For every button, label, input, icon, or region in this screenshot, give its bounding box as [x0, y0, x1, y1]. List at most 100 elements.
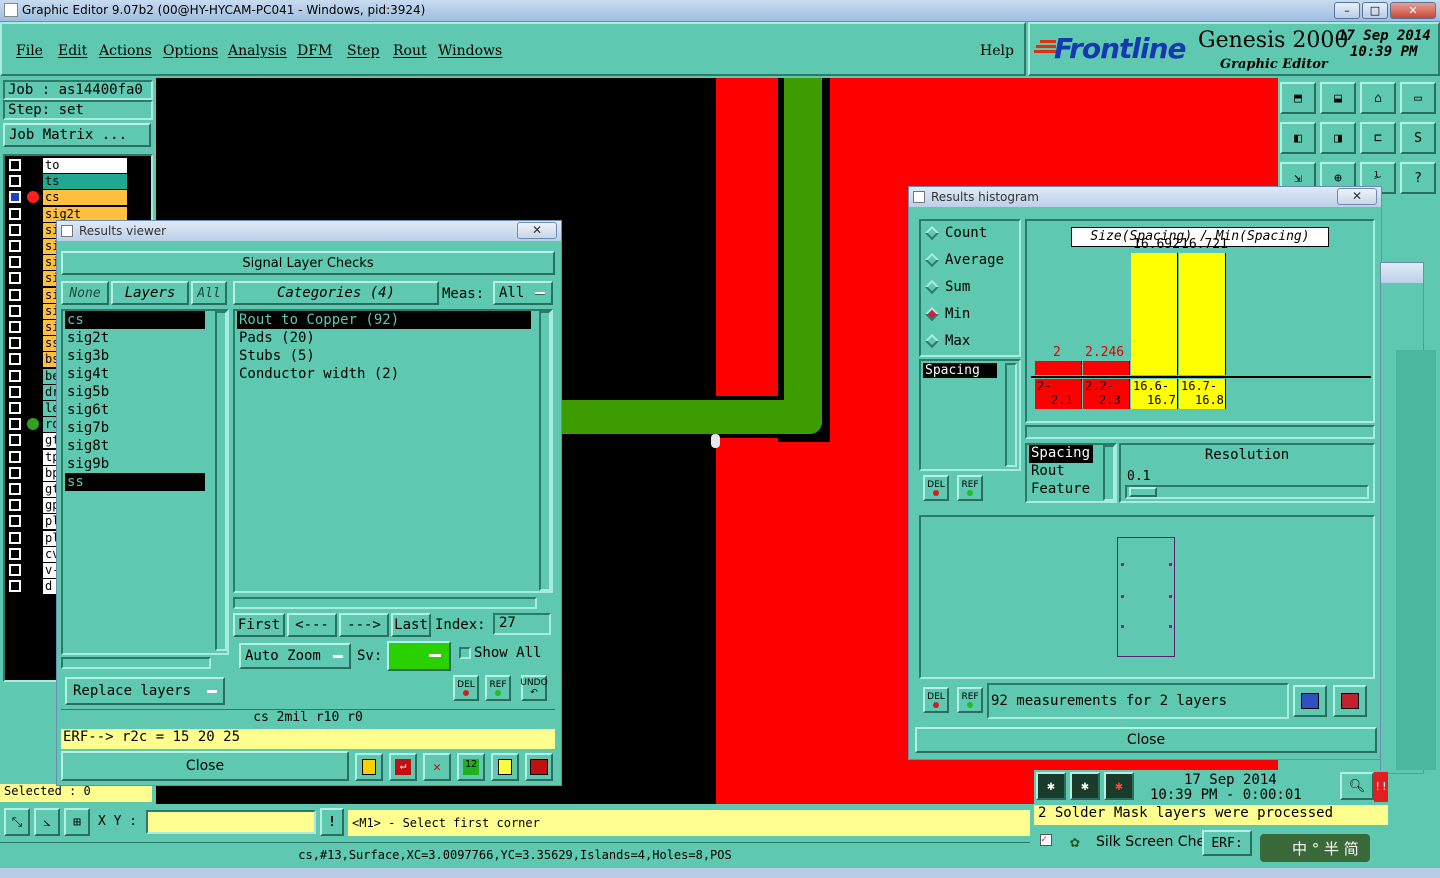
chart-hscrollbar[interactable]: [1025, 425, 1375, 439]
category-list-item[interactable]: Stubs (5): [237, 347, 531, 365]
layer-checkbox[interactable]: [9, 321, 21, 333]
category-list-item[interactable]: Rout to Copper (92): [237, 311, 531, 329]
layer-checkbox[interactable]: [9, 288, 21, 301]
next-button[interactable]: --->: [339, 613, 389, 637]
layer-list-item[interactable]: sig6t: [65, 401, 205, 419]
layer-checkbox[interactable]: [9, 515, 21, 528]
layer-list-item[interactable]: sig8t: [65, 437, 205, 455]
toolbar-icon-2[interactable]: ⬓: [1320, 82, 1356, 114]
resolution-slider-handle[interactable]: [1129, 487, 1157, 497]
background-window-titlebar[interactable]: [1381, 263, 1423, 283]
ime-toolbar[interactable]: 中 ° 半 简: [1260, 834, 1370, 862]
layer-list-item[interactable]: sig2t: [65, 329, 205, 347]
erf-button[interactable]: ERF:: [1202, 830, 1252, 856]
attribute-list-item[interactable]: Feature: [1029, 481, 1093, 499]
last-button[interactable]: Last: [391, 613, 431, 637]
window-titlebar[interactable]: Graphic Editor 9.07b2 (00@HY-HYCAM-PC041…: [0, 0, 1440, 22]
stop-icon[interactable]: ✱: [1104, 772, 1134, 800]
layer-checkbox[interactable]: [9, 175, 21, 188]
layer-checkbox[interactable]: [9, 402, 21, 414]
help-icon[interactable]: ?: [1400, 162, 1436, 194]
layer-checkbox[interactable]: [9, 240, 21, 252]
show-all-checkbox[interactable]: [459, 647, 471, 659]
toolbar-icon-7[interactable]: ⊏: [1360, 122, 1396, 154]
resolution-slider[interactable]: [1125, 485, 1369, 499]
zoom-all-icon[interactable]: [1333, 685, 1367, 717]
layer-list-item[interactable]: sig5b: [65, 383, 205, 401]
menu-dfm[interactable]: DFM: [297, 43, 332, 59]
all-layers-button[interactable]: All: [191, 281, 227, 305]
layers-hscrollbar[interactable]: [61, 657, 211, 669]
mode-radio-count[interactable]: Count: [924, 225, 987, 241]
layer-row[interactable]: ts: [7, 174, 149, 190]
first-button[interactable]: First: [233, 613, 285, 637]
prev-button[interactable]: <---: [287, 613, 337, 637]
menu-analysis[interactable]: Analysis: [228, 43, 287, 59]
attribute-list-item[interactable]: Rout: [1029, 463, 1093, 481]
category-list-item[interactable]: Conductor width (2): [237, 365, 531, 383]
sv-color-dropdown[interactable]: [387, 641, 451, 671]
number-tool-icon[interactable]: 12: [457, 753, 485, 781]
toolbar-icon-6[interactable]: ◨: [1320, 122, 1356, 154]
job-matrix-button[interactable]: Job Matrix ...: [3, 123, 151, 147]
hist-ref-button[interactable]: REF: [957, 475, 983, 501]
layer-list-item[interactable]: sig3b: [65, 347, 205, 365]
replace-layers-dropdown[interactable]: Replace layers: [65, 677, 225, 705]
toolbar-icon-4[interactable]: ▭: [1400, 82, 1436, 114]
xy-input[interactable]: [146, 810, 316, 834]
layer-checkbox[interactable]: [9, 207, 21, 220]
category-list-item[interactable]: Pads (20): [237, 329, 531, 347]
layer-checkbox[interactable]: [9, 564, 21, 576]
layer-list-item[interactable]: sig9b: [65, 455, 205, 473]
layer-list-item[interactable]: ss: [65, 473, 205, 491]
report-icon[interactable]: [491, 753, 519, 781]
layer-checkbox[interactable]: [9, 353, 21, 366]
layer-checkbox[interactable]: [9, 369, 21, 382]
layer-checkbox[interactable]: [9, 304, 21, 317]
menu-rout[interactable]: Rout: [393, 43, 427, 59]
layer-checkbox[interactable]: [9, 256, 21, 269]
silk-check-icon[interactable]: ✓: [1040, 834, 1052, 846]
toolbar-icon-5[interactable]: ◧: [1280, 122, 1316, 154]
histogram-close-icon[interactable]: ✕: [1337, 188, 1377, 205]
layer-list-item[interactable]: cs: [65, 311, 205, 329]
menu-windows[interactable]: Windows: [438, 43, 502, 59]
meas-dropdown[interactable]: All: [493, 281, 553, 305]
histogram-icon[interactable]: [525, 753, 553, 781]
mode-radio-sum[interactable]: Sum: [924, 279, 970, 295]
layer-checkbox[interactable]: [9, 434, 21, 447]
histogram-bar[interactable]: [1131, 253, 1178, 375]
run-icon[interactable]: ✱: [1036, 772, 1066, 800]
hist-del-button[interactable]: DEL: [923, 475, 949, 501]
layer-checkbox[interactable]: [9, 499, 21, 512]
categories-hscrollbar[interactable]: [233, 597, 537, 609]
layer-checkbox[interactable]: [9, 483, 21, 495]
layer-list-item[interactable]: sig7b: [65, 419, 205, 437]
del-button[interactable]: DEL: [453, 675, 479, 701]
layer-checkbox[interactable]: [9, 223, 21, 236]
histogram-titlebar[interactable]: Results histogram ✕: [909, 187, 1381, 207]
remove-result-icon[interactable]: ✕: [423, 753, 451, 781]
menu-edit[interactable]: Edit: [58, 43, 87, 59]
ref-button[interactable]: REF: [485, 675, 511, 701]
layer-row[interactable]: cs: [7, 190, 149, 206]
menu-options[interactable]: Options: [163, 43, 218, 59]
attribute-list-item[interactable]: Spacing: [1029, 445, 1093, 463]
home-icon[interactable]: ⌂: [1360, 82, 1396, 114]
menu-actions[interactable]: Actions: [99, 43, 152, 59]
mode-radio-average[interactable]: Average: [924, 252, 1004, 268]
toolbar-icon-8[interactable]: S: [1400, 122, 1436, 154]
layer-checkbox[interactable]: [9, 272, 21, 285]
menu-step[interactable]: Step: [347, 43, 379, 59]
spacing-list-item[interactable]: Spacing: [923, 363, 997, 378]
spacing-scrollbar[interactable]: [1005, 363, 1017, 467]
none-button[interactable]: None: [61, 281, 109, 305]
layer-checkbox[interactable]: [9, 531, 21, 544]
zoom-to-feature-icon[interactable]: [1293, 685, 1327, 717]
run-all-icon[interactable]: ✱: [1070, 772, 1100, 800]
layers-button[interactable]: Layers: [111, 281, 189, 305]
layers-list[interactable]: cs sig2t sig3b sig4t sig5b sig6t sig7b sig8t sig…: [61, 309, 229, 655]
measure-tool-icon[interactable]: [355, 753, 383, 781]
preview-ref-button[interactable]: REF: [957, 687, 983, 713]
warning-icon[interactable]: !: [320, 808, 344, 836]
